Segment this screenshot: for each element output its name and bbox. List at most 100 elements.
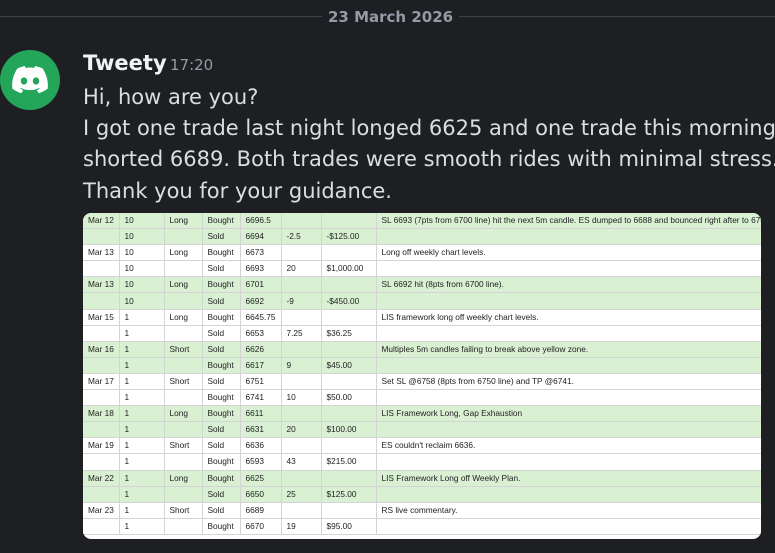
points-cell: 25	[281, 486, 322, 503]
note-cell	[376, 292, 761, 310]
side-cell: Long	[164, 470, 203, 487]
note-cell: SL 6692 hit (8pts from 6700 line).	[376, 276, 761, 294]
points-cell: 20	[281, 421, 322, 439]
pnl-cell: -$125.00	[321, 228, 377, 246]
qty-cell: 1	[119, 405, 165, 423]
qty-cell: 1	[119, 373, 165, 391]
price-cell: 6693	[240, 260, 282, 278]
qty-cell: 10	[119, 244, 165, 262]
side-cell	[164, 260, 203, 278]
date-cell: Mar 12	[83, 213, 120, 230]
points-cell	[281, 341, 322, 358]
price-cell: 6741	[240, 389, 282, 407]
pnl-cell	[321, 405, 377, 423]
qty-cell: 10	[119, 276, 165, 294]
qty-cell: 10	[119, 213, 165, 230]
qty-cell: 10	[119, 228, 165, 246]
date-cell: Mar 15	[83, 309, 120, 326]
action-cell: Sold	[202, 341, 241, 358]
action-cell: Bought	[202, 405, 241, 423]
points-cell: -2.5	[281, 228, 322, 246]
qty-cell: 1	[119, 470, 165, 487]
table-row: Mar 16 1 Short Sold 6626 Multiples 5m candles…	[83, 341, 761, 358]
action-cell: Sold	[202, 325, 241, 342]
side-cell: Short	[164, 502, 203, 519]
date-cell: Mar 13	[83, 276, 120, 294]
note-cell: LIS Framework Long off Weekly Plan.	[376, 470, 761, 487]
qty-cell: 1	[119, 502, 165, 519]
side-cell: Long	[164, 405, 203, 423]
discord-logo-icon	[12, 66, 48, 94]
avatar[interactable]	[0, 50, 60, 110]
note-cell	[376, 453, 761, 471]
table-row: 1 Bought 6670 19 $95.00	[83, 518, 761, 535]
points-cell	[281, 213, 322, 230]
table-row: 1 Sold 6631 20 $100.00	[83, 421, 761, 439]
note-cell: ES couldn't reclaim 6636.	[376, 437, 761, 455]
pnl-cell: -$450.00	[321, 292, 377, 310]
side-cell	[164, 389, 203, 407]
qty-cell: 1	[119, 309, 165, 326]
table-row: 10 Sold 6693 20 $1,000.00	[83, 260, 761, 278]
price-cell: 6625	[240, 470, 282, 487]
side-cell: Long	[164, 276, 203, 294]
pnl-cell	[321, 309, 377, 326]
date-divider-label: 23 March 2026	[322, 6, 460, 28]
qty-cell: 10	[119, 260, 165, 278]
price-cell: 6653	[240, 325, 282, 342]
points-cell	[281, 502, 322, 519]
date-cell	[83, 486, 120, 503]
qty-cell: 1	[119, 453, 165, 471]
trade-log-image-attachment[interactable]: Mar 12 10 Long Bought 6696.5 SL 6693 (7pts fr…	[83, 213, 761, 539]
message-timestamp: 17:20	[170, 56, 214, 74]
note-cell: Multiples 5m candles failing to break ab…	[376, 341, 761, 358]
date-cell: Mar 23	[83, 502, 120, 519]
note-cell	[376, 486, 761, 503]
points-cell	[281, 470, 322, 487]
note-cell	[376, 357, 761, 374]
action-cell: Bought	[202, 453, 241, 471]
message-text-line: Thank you for your guidance.	[83, 179, 392, 203]
message-author[interactable]: Tweety	[83, 49, 167, 77]
table-row: 1 Sold 6653 7.25 $36.25	[83, 325, 761, 342]
action-cell: Sold	[202, 502, 241, 519]
qty-cell: 1	[119, 341, 165, 358]
note-cell	[376, 389, 761, 407]
pnl-cell: $125.00	[321, 486, 377, 503]
action-cell: Sold	[202, 260, 241, 278]
date-cell	[83, 453, 120, 471]
price-cell: 6673	[240, 244, 282, 262]
side-cell	[164, 518, 203, 535]
table-row: 10 Sold 6694 -2.5 -$125.00	[83, 228, 761, 246]
note-cell: LIS Framework Long, Gap Exhaustion	[376, 405, 761, 423]
action-cell: Bought	[202, 213, 241, 230]
note-cell: LIS framework long off weekly chart leve…	[376, 309, 761, 326]
pnl-cell: $36.25	[321, 325, 377, 342]
date-cell	[83, 389, 120, 407]
date-cell: Mar 22	[83, 470, 120, 487]
points-cell: 20	[281, 260, 322, 278]
note-cell	[376, 228, 761, 246]
message-text-line: I got one trade last night longed 6625 a…	[83, 116, 775, 140]
note-cell: RS live commentary.	[376, 502, 761, 519]
points-cell	[281, 276, 322, 294]
pnl-cell: $95.00	[321, 518, 377, 535]
action-cell: Bought	[202, 357, 241, 374]
side-cell: Short	[164, 437, 203, 455]
pnl-cell	[321, 341, 377, 358]
note-cell	[376, 518, 761, 535]
date-cell: Mar 13	[83, 244, 120, 262]
qty-cell: 1	[119, 421, 165, 439]
action-cell: Sold	[202, 421, 241, 439]
pnl-cell: $45.00	[321, 357, 377, 374]
price-cell: 6694	[240, 228, 282, 246]
points-cell: 9	[281, 357, 322, 374]
action-cell: Bought	[202, 518, 241, 535]
date-cell	[83, 421, 120, 439]
table-row: 1 Bought 6593 43 $215.00	[83, 453, 761, 471]
note-cell: Long off weekly chart levels.	[376, 244, 761, 262]
side-cell	[164, 453, 203, 471]
price-cell: 6626	[240, 341, 282, 358]
price-cell: 6636	[240, 437, 282, 455]
trade-log-table: Mar 12 10 Long Bought 6696.5 SL 6693 (7pts fr…	[83, 213, 761, 535]
